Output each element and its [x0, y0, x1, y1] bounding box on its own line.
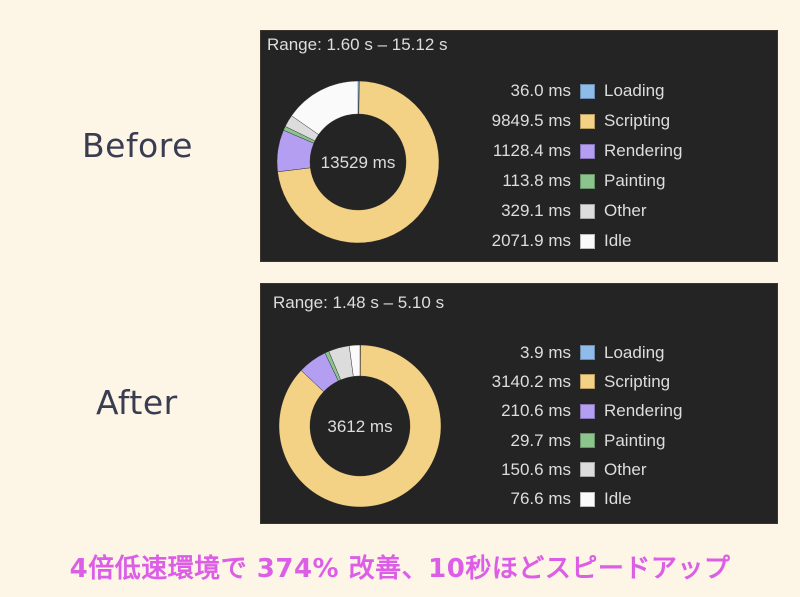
legend-label: Loading	[604, 81, 665, 100]
legend-value: 329.1 ms	[501, 201, 571, 220]
donut-chart: 13529 ms	[276, 80, 440, 244]
legend-label: Painting	[604, 171, 666, 190]
legend-swatch	[580, 374, 595, 390]
legend-item-idle: 2071.9 ms Idle	[431, 226, 771, 256]
legend-item-rendering: 210.6 ms Rendering	[431, 397, 771, 426]
legend-value: 1128.4 ms	[492, 141, 571, 160]
legend-value: 9849.5 ms	[491, 111, 571, 130]
legend-label: Painting	[604, 430, 666, 450]
total-label: 13529 ms	[321, 153, 396, 172]
legend-value: 3.9 ms	[519, 342, 571, 362]
legend-item-painting: 113.8 ms Painting	[431, 166, 771, 196]
legend-item-other: 329.1 ms Other	[431, 196, 771, 226]
legend-value: 3140.2 ms	[491, 371, 571, 391]
legend-label: Scripting	[604, 371, 671, 391]
range-label: Range: 1.60 s – 15.12 s	[267, 35, 448, 54]
legend-item-scripting: 3140.2 ms Scripting	[431, 367, 771, 396]
legend-swatch	[580, 491, 595, 507]
legend-value: 36.0 ms	[510, 81, 571, 100]
legend-swatch	[580, 433, 595, 449]
legend-item-other: 150.6 ms Other	[431, 455, 771, 484]
legend-label: Other	[604, 459, 647, 479]
legend-swatch	[580, 403, 595, 419]
legend-swatch	[580, 83, 595, 99]
legend-label: Scripting	[604, 111, 671, 130]
caption: 4倍低速環境で 374% 改善、10秒ほどスピードアップ	[69, 554, 731, 584]
legend: 3.9 ms Loading 3140.2 ms Scripting 210.6 ms R…	[431, 338, 771, 514]
total-label: 3612 ms	[327, 417, 392, 436]
legend-value: 76.6 ms	[510, 489, 571, 509]
legend: 36.0 ms Loading 9849.5 ms Scripting 1128.4 m…	[431, 76, 771, 256]
legend-item-loading: 36.0 ms Loading	[431, 76, 771, 106]
legend-swatch	[580, 143, 595, 159]
legend-item-rendering: 1128.4 ms Rendering	[431, 136, 771, 166]
legend-swatch	[580, 345, 595, 361]
legend-item-idle: 76.6 ms Idle	[431, 484, 771, 513]
legend-value: 2071.9 ms	[491, 231, 571, 250]
legend-value: 113.8 ms	[502, 171, 571, 190]
after-summary-panel: Range: 1.48 s – 5.10 s 3612 ms 3.9 ms Loa…	[260, 283, 778, 524]
after-label: After	[96, 383, 178, 422]
legend-swatch	[580, 203, 595, 219]
before-summary-panel: Range: 1.60 s – 15.12 s 13529 ms 36.0 ms…	[260, 30, 778, 262]
legend-value: 29.7 ms	[510, 430, 571, 450]
legend-swatch	[580, 233, 595, 249]
legend-label: Rendering	[604, 141, 683, 160]
range-label: Range: 1.48 s – 5.10 s	[273, 293, 445, 312]
legend-label: Loading	[604, 342, 665, 362]
legend-item-painting: 29.7 ms Painting	[431, 426, 771, 455]
legend-label: Idle	[604, 489, 632, 509]
legend-value: 210.6 ms	[501, 401, 571, 421]
donut-chart: 3612 ms	[278, 344, 442, 508]
legend-swatch	[580, 462, 595, 478]
legend-label: Rendering	[604, 401, 683, 421]
legend-item-scripting: 9849.5 ms Scripting	[431, 106, 771, 136]
legend-swatch	[580, 113, 595, 129]
legend-value: 150.6 ms	[501, 459, 571, 479]
legend-item-loading: 3.9 ms Loading	[431, 338, 771, 367]
legend-label: Other	[604, 201, 647, 220]
before-label: Before	[82, 126, 193, 165]
legend-swatch	[580, 173, 595, 189]
legend-label: Idle	[604, 231, 632, 250]
